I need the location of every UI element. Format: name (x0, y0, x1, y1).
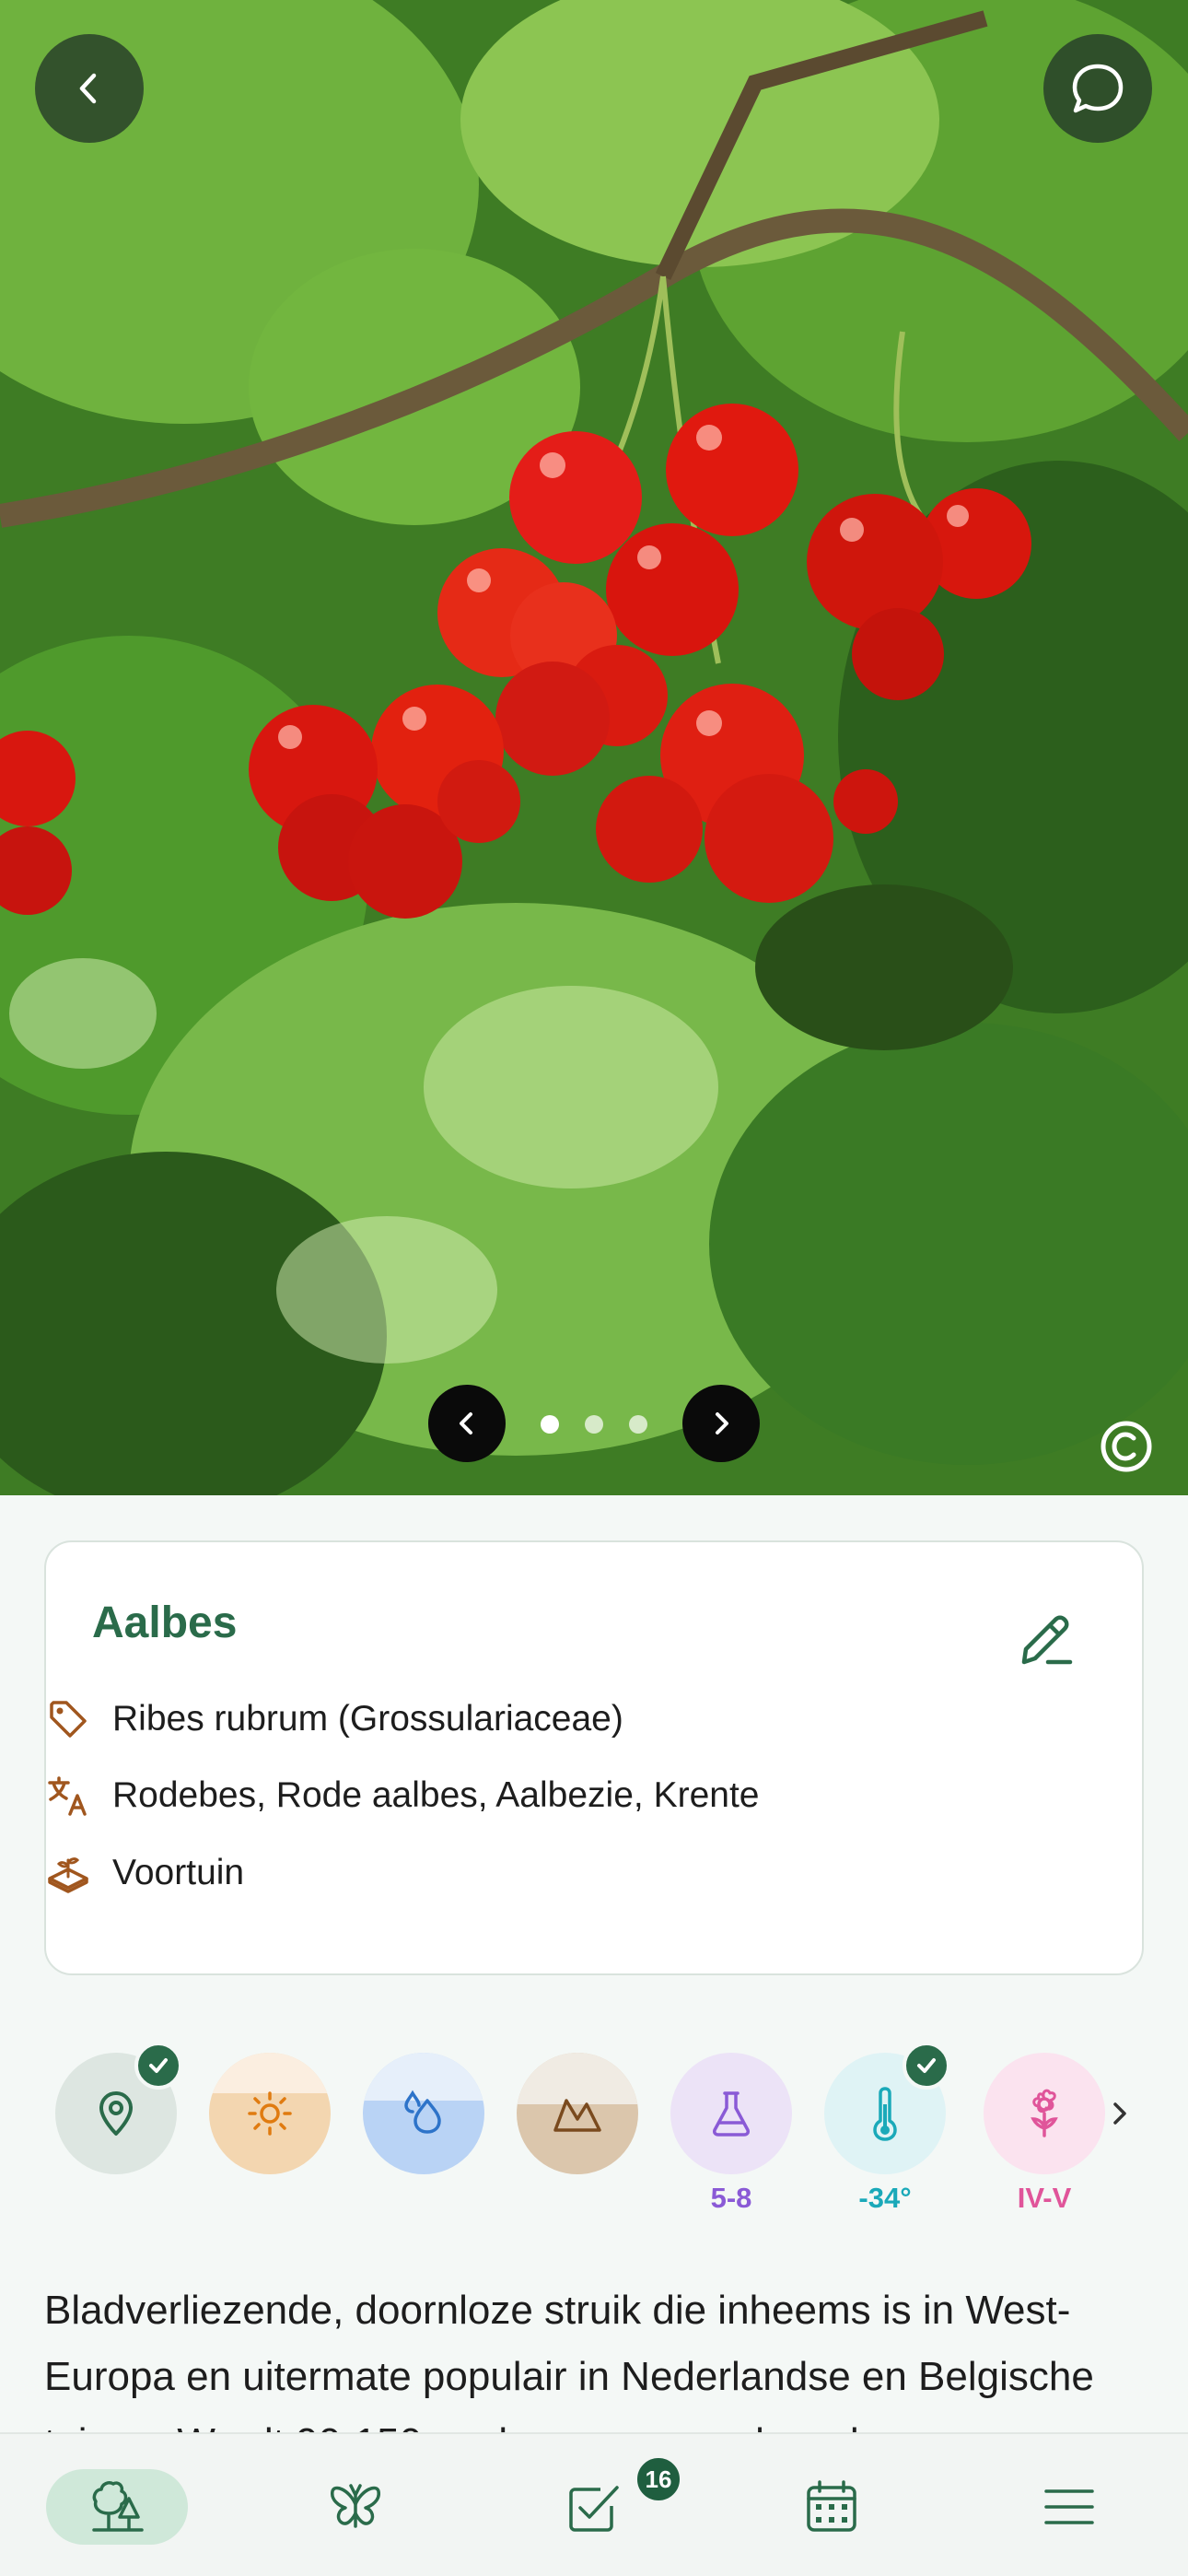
sunlight-chip[interactable] (209, 2053, 331, 2174)
pager-dot-2[interactable] (585, 1415, 603, 1434)
pager-dot-3[interactable] (629, 1415, 647, 1434)
chevron-left-icon (79, 73, 97, 104)
plant-info-card: Aalbes (44, 1540, 1144, 1975)
scientific-name-row: Ribes rubrum (Grossulariaceae) (46, 1692, 623, 1747)
location-check-icon (134, 2042, 182, 2090)
nav-plants[interactable] (46, 2469, 188, 2545)
plant-attributes-row: 5-8 -34° IV-V (0, 2042, 1188, 2228)
flower-icon (1031, 2089, 1058, 2137)
flowering-months-label: IV-V (1017, 2182, 1072, 2214)
garden-bed-icon (46, 1851, 90, 1895)
tag-icon (46, 1697, 90, 1741)
butterfly-icon (331, 2484, 380, 2528)
garden-location: Voortuin (112, 1853, 245, 1892)
ph-range-label: 5-8 (710, 2182, 752, 2214)
ph-chip[interactable] (670, 2053, 792, 2174)
previous-photo-button[interactable] (428, 1385, 506, 1462)
chevron-right-icon[interactable] (1103, 2093, 1136, 2134)
nav-menu[interactable] (998, 2469, 1140, 2545)
bottom-navigation: 16 (0, 2432, 1188, 2576)
thermometer-icon (873, 2087, 897, 2141)
sun-icon (248, 2091, 292, 2136)
tasks-icon (569, 2486, 619, 2532)
plant-photo[interactable] (0, 0, 1188, 1495)
translate-icon (46, 1774, 90, 1818)
calendar-icon (807, 2480, 856, 2532)
flowering-chip[interactable] (984, 2053, 1105, 2174)
edit-pencil-icon[interactable] (1013, 1607, 1077, 1671)
nav-calendar[interactable] (761, 2469, 903, 2545)
hardiness-check-icon (903, 2042, 950, 2090)
soil-chip[interactable] (517, 2053, 638, 2174)
menu-icon (1044, 2489, 1094, 2524)
flask-icon (713, 2091, 750, 2137)
water-chip[interactable] (363, 2053, 484, 2174)
scientific-name: Ribes rubrum (Grossulariaceae) (112, 1699, 623, 1739)
back-button[interactable] (35, 34, 144, 143)
plant-detail-screen: Aalbes Ribes rubrum (Grossulariaceae) Ro… (0, 0, 1188, 2576)
common-names: Rodebes, Rode aalbes, Aalbezie, Krente (112, 1775, 760, 1815)
chevron-right-icon (716, 1412, 728, 1434)
trees-icon (92, 2481, 144, 2532)
chat-button[interactable] (1043, 34, 1152, 143)
copyright-icon[interactable] (1099, 1419, 1154, 1474)
garden-location-row[interactable]: Voortuin (46, 1845, 244, 1901)
chat-bubble-icon (1072, 64, 1124, 113)
tasks-count-badge: 16 (634, 2454, 683, 2504)
location-pin-icon (99, 2091, 133, 2136)
pager-dot-1[interactable] (541, 1415, 559, 1434)
common-names-row: Rodebes, Rode aalbes, Aalbezie, Krente (46, 1768, 759, 1823)
next-photo-button[interactable] (682, 1385, 760, 1462)
soil-icon (553, 2099, 601, 2132)
photo-pager (0, 1385, 1188, 1462)
plant-name: Aalbes (92, 1598, 238, 1647)
hardiness-label: -34° (858, 2182, 912, 2214)
water-drops-icon (404, 2090, 441, 2134)
chevron-left-icon (460, 1412, 472, 1434)
nav-wildlife[interactable] (285, 2469, 426, 2545)
red-currant-photo (0, 0, 1188, 1495)
